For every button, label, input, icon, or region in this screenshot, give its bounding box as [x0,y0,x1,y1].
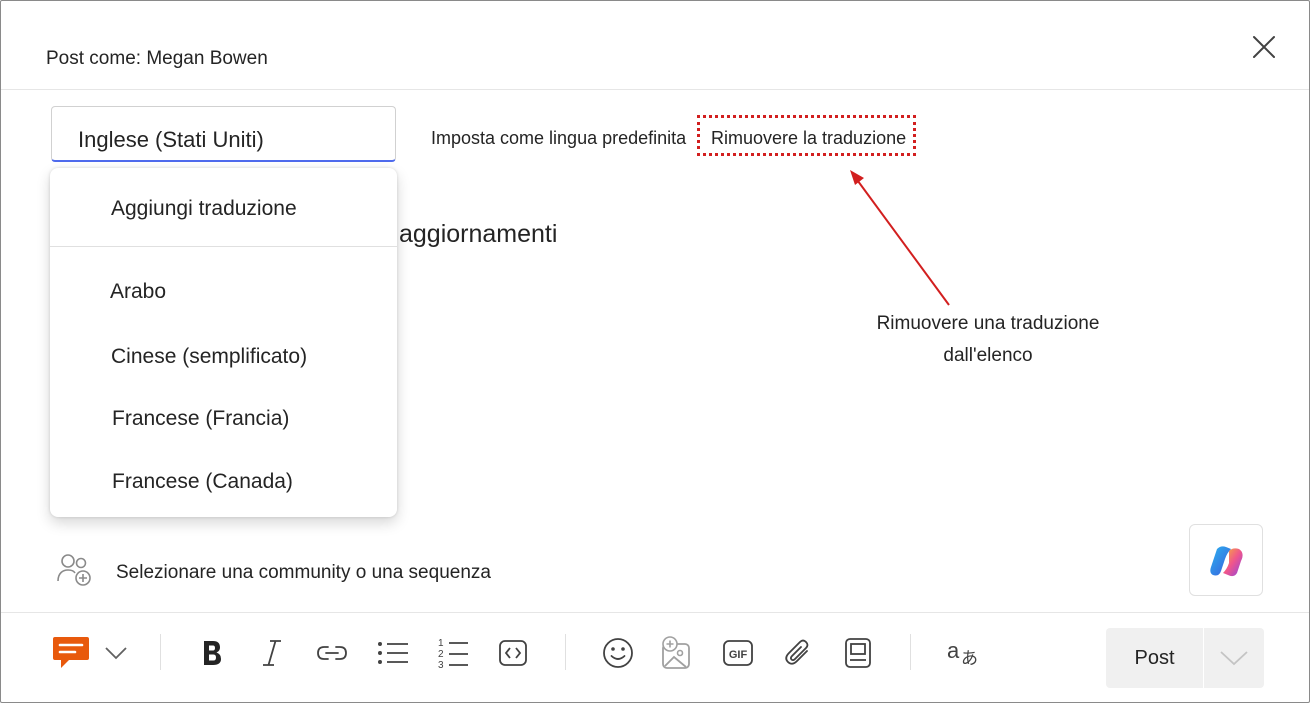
article-button[interactable] [839,633,877,673]
community-add-icon [57,554,91,586]
translate-icon: a あ [947,638,978,668]
copilot-button[interactable] [1189,524,1263,596]
post-options-button[interactable] [1204,628,1264,688]
header-divider [1,89,1309,90]
image-icon [662,636,690,669]
svg-text:1: 1 [438,638,444,649]
svg-text:3: 3 [438,660,444,670]
italic-icon [263,640,281,666]
image-button[interactable] [658,633,696,673]
toolbar-separator [910,634,911,670]
italic-button[interactable] [254,633,290,673]
emoji-button[interactable] [599,633,637,673]
message-type-button[interactable] [49,633,93,673]
message-type-dropdown[interactable] [100,633,132,673]
annotation-callout: Rimuovere una traduzione dall'elenco [861,308,1115,372]
message-type-icon [53,637,89,668]
set-default-language-link[interactable]: Imposta come lingua predefinita [431,128,686,149]
language-select-value: Inglese (Stati Uniti) [78,127,264,152]
editor-text[interactable]: aggiornamenti [399,220,557,249]
bullet-list-button[interactable] [374,633,412,673]
add-translation-option[interactable]: Aggiungi traduzione [111,197,297,221]
toolbar-separator [565,634,566,670]
svg-text:a: a [947,638,960,663]
language-option-chinese-simplified[interactable]: Cinese (semplificato) [111,345,307,369]
post-dialog: Post come: Megan Bowen Inglese (Stati Un… [0,0,1310,703]
svg-text:GIF: GIF [729,649,748,661]
link-button[interactable] [314,633,350,673]
annotation-arrow [850,170,950,306]
svg-text:2: 2 [438,649,444,660]
code-icon [499,640,527,666]
toolbar-separator [160,634,161,670]
attach-icon [785,639,809,665]
dialog-title: Post come: Megan Bowen [46,48,268,69]
gif-button[interactable]: GIF [719,633,757,673]
language-select[interactable]: Inglese (Stati Uniti) [51,106,396,162]
callout-line-2: dall'elenco [943,345,1033,366]
annotation-highlight-box [697,115,916,156]
bold-icon [204,641,221,665]
attach-button[interactable] [779,633,817,673]
emoji-icon [603,638,633,668]
bold-button[interactable] [194,633,230,673]
svg-text:あ: あ [961,649,978,668]
gif-icon: GIF [723,640,753,666]
language-dropdown: Aggiungi traduzione Arabo Cinese (sempli… [50,168,397,517]
numbered-list-button[interactable]: 1 2 3 [434,633,472,673]
language-option-arabic[interactable]: Arabo [110,280,166,304]
numbered-list-icon: 1 2 3 [438,638,468,670]
chevron-down-icon [105,647,127,660]
article-icon [845,638,871,668]
community-selector[interactable]: Selezionare una community o una sequenza [116,562,491,584]
translate-button[interactable]: a あ [943,633,983,673]
code-button[interactable] [494,633,532,673]
bullet-list-icon [378,642,408,664]
close-icon [1253,36,1275,58]
post-button[interactable]: Post [1106,628,1203,688]
chevron-down-icon [1220,651,1248,666]
language-option-french-canada[interactable]: Francese (Canada) [112,470,293,494]
link-icon [317,646,347,660]
close-button[interactable] [1248,31,1280,63]
callout-line-1: Rimuovere una traduzione [876,313,1100,334]
toolbar-divider [1,612,1309,613]
copilot-icon [1210,546,1243,577]
language-option-french-france[interactable]: Francese (Francia) [112,407,289,431]
dropdown-divider [50,246,397,247]
